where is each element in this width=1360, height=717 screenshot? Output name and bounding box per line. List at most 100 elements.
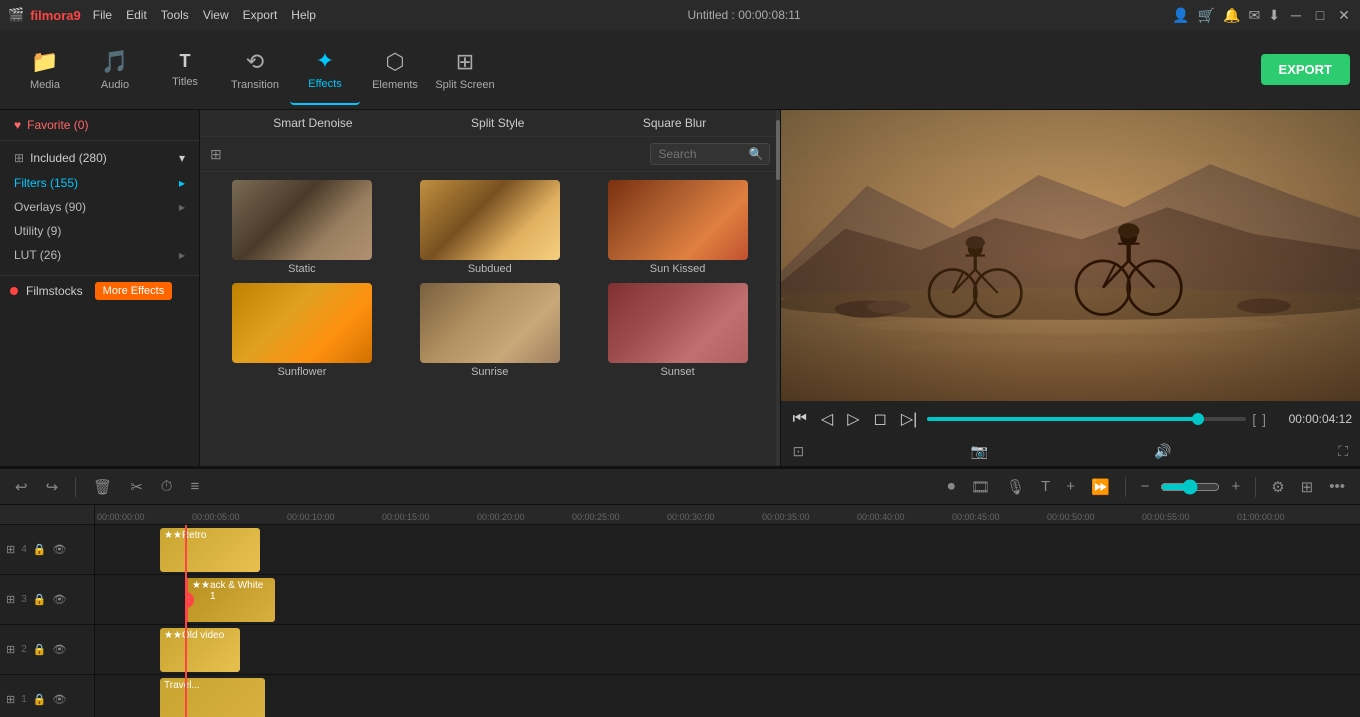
- stop-button[interactable]: ◻: [870, 407, 891, 431]
- track-label-3: ⊞ 3 🔒 👁: [0, 575, 94, 625]
- zoom-out-button[interactable]: −: [1136, 475, 1155, 498]
- timer-button[interactable]: ⏱: [156, 475, 178, 498]
- effect-static[interactable]: Static: [208, 180, 396, 275]
- add-media-button[interactable]: 🎞: [966, 475, 995, 499]
- scroll-thumb[interactable]: [776, 120, 780, 180]
- bell-icon[interactable]: 🔔: [1223, 7, 1240, 24]
- zoom-slider[interactable]: [1160, 479, 1220, 495]
- eye-icon4[interactable]: 👁: [52, 543, 66, 556]
- delete-button[interactable]: 🗑: [88, 475, 117, 499]
- tool-elements-label: Elements: [372, 79, 418, 91]
- adjust-button[interactable]: ≡: [185, 475, 204, 498]
- clip-travel[interactable]: Travel...: [160, 678, 265, 717]
- settings-button[interactable]: ⚙: [1266, 475, 1289, 499]
- clip-travel-label: Travel...: [164, 680, 200, 691]
- add-effect-button[interactable]: +: [1061, 475, 1080, 498]
- mark-out-icon[interactable]: ]: [1262, 411, 1266, 427]
- sidebar-filters[interactable]: Filters (155) ▸: [0, 171, 199, 195]
- next-frame-button[interactable]: ▷|: [897, 407, 921, 431]
- clip-retro[interactable]: ★ Retro: [160, 528, 260, 572]
- ruler-35: 00:00:35:00: [760, 512, 855, 522]
- more-effects-button[interactable]: More Effects: [95, 282, 173, 300]
- menu-view[interactable]: View: [203, 8, 229, 22]
- lock-icon3[interactable]: 🔒: [33, 593, 47, 606]
- clip-bw[interactable]: ✕ ★ ack & White 1: [185, 578, 275, 622]
- cut-button[interactable]: ✂: [125, 475, 148, 499]
- prev-frame-button[interactable]: ◁: [817, 407, 837, 431]
- close-button[interactable]: ✕: [1336, 7, 1352, 23]
- lock-icon1[interactable]: 🔒: [33, 693, 47, 706]
- track-grid-icon1: ⊞: [6, 693, 15, 706]
- lock-icon4[interactable]: 🔒: [33, 543, 47, 556]
- timeline-content: ★ Retro ✕ ★ ack & White 1 ★: [95, 525, 1360, 717]
- export-button[interactable]: EXPORT: [1261, 54, 1350, 85]
- separator1: [75, 477, 76, 497]
- track-num2: 2: [21, 644, 27, 655]
- clip-oldvideo[interactable]: ★ Old video: [160, 628, 240, 672]
- grid-view-icon[interactable]: ⊞: [210, 146, 222, 163]
- snapshot-button[interactable]: 📷: [967, 441, 992, 462]
- sidebar-utility[interactable]: Utility (9): [0, 219, 199, 243]
- user-icon[interactable]: 👤: [1172, 7, 1189, 24]
- search-box[interactable]: 🔍: [650, 143, 770, 165]
- sidebar-section: ⊞ Included (280) ▾ Filters (155) ▸ Overl…: [0, 141, 199, 271]
- menu-tools[interactable]: Tools: [161, 8, 189, 22]
- zoom-in-button[interactable]: +: [1226, 475, 1245, 498]
- record-button[interactable]: ⏺: [942, 475, 960, 498]
- sidebar-lut[interactable]: LUT (26) ▸: [0, 243, 199, 267]
- sidebar-overlays[interactable]: Overlays (90) ▸: [0, 195, 199, 219]
- speed-button[interactable]: ⏩: [1086, 475, 1115, 499]
- menu-help[interactable]: Help: [291, 8, 316, 22]
- playhead[interactable]: [185, 525, 187, 717]
- effect-sunkissed[interactable]: Sun Kissed: [584, 180, 772, 275]
- cart-icon[interactable]: 🛒: [1198, 7, 1215, 24]
- sidebar-included[interactable]: ⊞ Included (280) ▾: [0, 145, 199, 171]
- add-audio-button[interactable]: 🎙: [1001, 475, 1030, 499]
- eye-icon3[interactable]: 👁: [52, 593, 66, 606]
- more-button[interactable]: •••: [1324, 475, 1350, 498]
- mark-in-icon[interactable]: [: [1252, 411, 1256, 427]
- track-row-4: ★ Retro: [95, 525, 1360, 575]
- grid-button[interactable]: ⊞: [1296, 475, 1319, 499]
- menu-file[interactable]: File: [93, 8, 112, 22]
- tool-titles[interactable]: T Titles: [150, 35, 220, 105]
- tool-effects[interactable]: ✦ Effects: [290, 35, 360, 105]
- progress-thumb[interactable]: [1192, 413, 1204, 425]
- undo-button[interactable]: ↩: [10, 475, 33, 499]
- menu-edit[interactable]: Edit: [126, 8, 147, 22]
- ruler-55: 00:00:55:00: [1140, 512, 1235, 522]
- effect-subdued[interactable]: Subdued: [396, 180, 584, 275]
- effect-subdued-label: Subdued: [468, 263, 512, 275]
- lock-icon2[interactable]: 🔒: [33, 643, 47, 656]
- tool-transition[interactable]: ⟲ Transition: [220, 35, 290, 105]
- timeline-area: ↩ ↪ 🗑 ✂ ⏱ ≡ ⏺ 🎞 🎙 T + ⏩ − + ⚙ ⊞ •••: [0, 467, 1360, 717]
- effect-sunset[interactable]: Sunset: [584, 283, 772, 378]
- add-title-button[interactable]: T: [1036, 475, 1055, 498]
- pip-button[interactable]: ⊡: [789, 441, 809, 462]
- search-input[interactable]: [659, 147, 749, 161]
- effect-sunrise[interactable]: Sunrise: [396, 283, 584, 378]
- play-button[interactable]: ▷: [843, 407, 863, 431]
- toolbar: 📁 Media 🎵 Audio T Titles ⟲ Transition ✦ …: [0, 30, 1360, 110]
- tool-elements[interactable]: ⬡ Elements: [360, 35, 430, 105]
- eye-icon2[interactable]: 👁: [52, 643, 66, 656]
- favorite-bar[interactable]: ♥ Favorite (0): [0, 110, 199, 141]
- minimize-button[interactable]: ─: [1288, 7, 1304, 23]
- tool-media[interactable]: 📁 Media: [10, 35, 80, 105]
- effect-sunflower[interactable]: Sunflower: [208, 283, 396, 378]
- download-icon[interactable]: ⬇: [1268, 7, 1280, 24]
- progress-bar[interactable]: [927, 417, 1246, 421]
- fullscreen-button[interactable]: ⛶: [1334, 441, 1352, 462]
- eye-icon1[interactable]: 👁: [52, 693, 66, 706]
- maximize-button[interactable]: □: [1312, 7, 1328, 23]
- redo-button[interactable]: ↪: [41, 475, 64, 499]
- mail-icon[interactable]: ✉: [1249, 7, 1261, 24]
- tool-audio[interactable]: 🎵 Audio: [80, 35, 150, 105]
- skip-back-button[interactable]: ⏮: [789, 408, 811, 430]
- square-blur-label: Square Blur: [643, 116, 706, 130]
- tool-splitscreen[interactable]: ⊞ Split Screen: [430, 35, 500, 105]
- menu-export[interactable]: Export: [243, 8, 278, 22]
- media-icon: 📁: [31, 49, 58, 75]
- smart-denoise-label: Smart Denoise: [273, 116, 352, 130]
- volume-button[interactable]: 🔊: [1150, 441, 1175, 462]
